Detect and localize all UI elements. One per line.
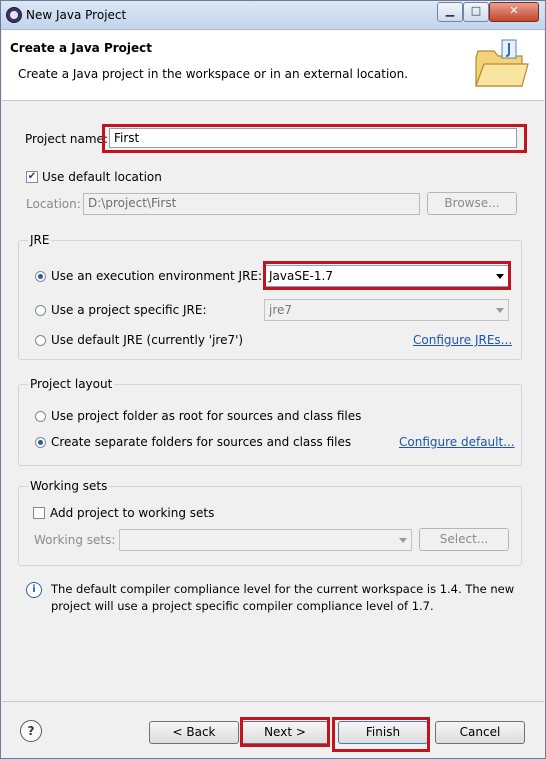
working-sets-group-label: Working sets — [28, 479, 110, 493]
project-layout-group-label: Project layout — [28, 377, 115, 391]
select-working-sets-button[interactable]: Select... — [419, 528, 509, 551]
wizard-header: Create a Java Project Create a Java proj… — [2, 30, 544, 101]
add-to-working-sets-checkbox[interactable] — [33, 507, 45, 519]
jre-default-radio[interactable] — [35, 335, 46, 346]
layout-separate-label: Create separate folders for sources and … — [51, 435, 352, 449]
jre-env-radio[interactable] — [35, 271, 46, 282]
finish-button-highlight — [332, 717, 430, 752]
jre-specific-label: Use a project specific JRE: — [51, 303, 207, 317]
project-specific-jre-value: jre7 — [269, 303, 293, 317]
compliance-info-line1: The default compiler compliance level fo… — [51, 582, 515, 596]
location-input[interactable]: D:\project\First — [83, 193, 420, 215]
project-specific-jre-select[interactable]: jre7 — [264, 299, 509, 321]
close-button[interactable]: ✕ — [489, 2, 539, 22]
next-button-highlight — [240, 717, 330, 747]
use-default-location-checkbox[interactable]: ✔ — [26, 171, 38, 183]
layout-root-radio[interactable] — [35, 411, 46, 422]
page-description: Create a Java project in the workspace o… — [18, 67, 409, 81]
maximize-button[interactable]: □ — [463, 2, 489, 22]
title-bar[interactable]: New Java Project ▁ □ ✕ — [1, 1, 545, 30]
location-label: Location: — [26, 197, 81, 211]
browse-button[interactable]: Browse... — [427, 192, 517, 215]
jre-group-label: JRE — [28, 233, 52, 247]
project-name-highlight — [102, 124, 527, 153]
minimize-button[interactable]: ▁ — [437, 2, 463, 22]
add-to-working-sets-label: Add project to working sets — [50, 506, 215, 520]
footer-separator — [2, 701, 544, 702]
jre-specific-radio[interactable] — [35, 305, 46, 316]
working-sets-label: Working sets: — [34, 533, 116, 547]
project-layout-group — [18, 384, 522, 466]
chevron-down-icon — [399, 538, 407, 543]
new-java-project-dialog: New Java Project ▁ □ ✕ Create a Java Pro… — [0, 0, 546, 759]
layout-separate-radio[interactable] — [35, 437, 46, 448]
jre-default-label: Use default JRE (currently 'jre7') — [51, 333, 244, 347]
working-sets-group — [18, 486, 522, 566]
page-title: Create a Java Project — [10, 41, 153, 55]
configure-default-link[interactable]: Configure default... — [399, 435, 515, 449]
java-project-folder-icon — [475, 39, 529, 87]
cancel-button[interactable]: Cancel — [435, 721, 525, 744]
working-sets-select[interactable] — [119, 529, 412, 551]
chevron-down-icon — [496, 308, 504, 313]
project-name-label: Project name: — [25, 132, 108, 146]
jre-select-highlight — [263, 261, 511, 290]
configure-jres-link[interactable]: Configure JREs... — [413, 333, 512, 347]
help-icon[interactable]: ? — [20, 720, 42, 742]
window-title: New Java Project — [26, 8, 127, 22]
compliance-info-line2: project will use a project specific comp… — [51, 599, 434, 613]
layout-root-label: Use project folder as root for sources a… — [51, 409, 362, 423]
info-icon: i — [26, 582, 42, 598]
eclipse-icon — [6, 7, 22, 23]
use-default-location-label: Use default location — [42, 170, 162, 184]
jre-env-label: Use an execution environment JRE: — [51, 269, 263, 283]
back-button[interactable]: < Back — [149, 721, 239, 744]
